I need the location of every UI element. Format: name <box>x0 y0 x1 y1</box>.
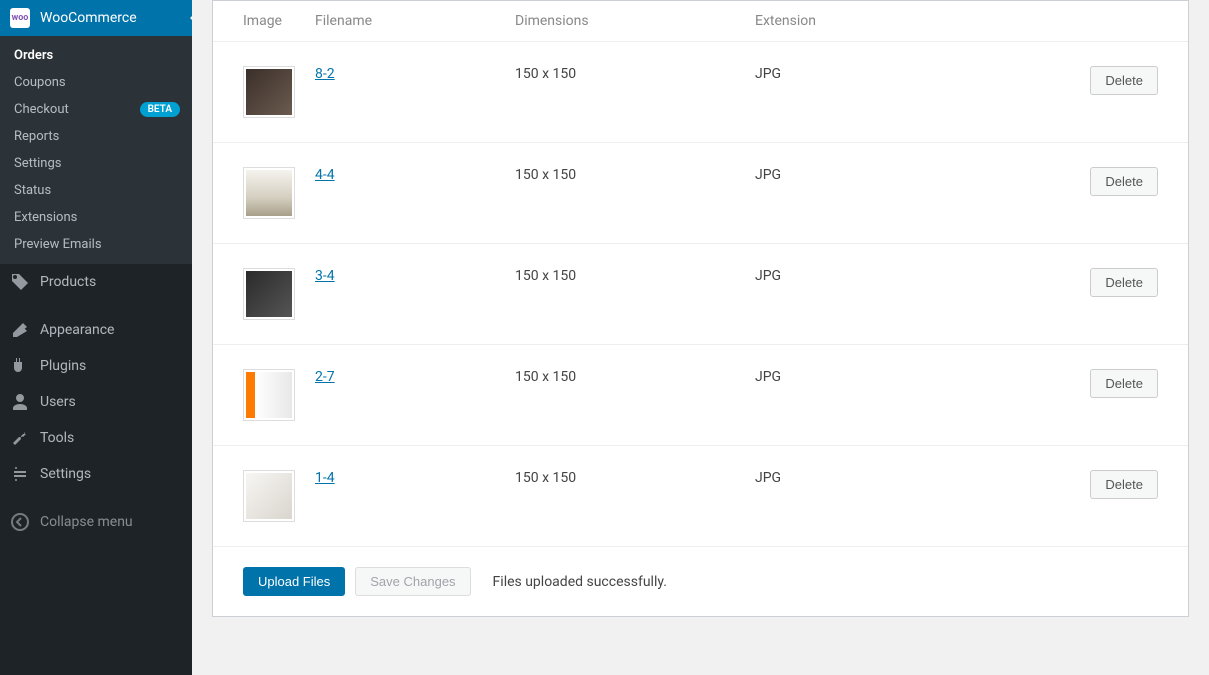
sidebar-item-products[interactable]: Products <box>0 264 192 300</box>
dimensions-cell: 150 x 150 <box>505 345 745 446</box>
upload-files-button[interactable]: Upload Files <box>243 567 345 596</box>
delete-button[interactable]: Delete <box>1090 470 1158 499</box>
menu-label: Users <box>40 394 182 410</box>
menu-label: Plugins <box>40 358 182 374</box>
woocommerce-icon: woo <box>10 8 30 28</box>
file-thumbnail[interactable] <box>243 470 295 522</box>
dimensions-cell: 150 x 150 <box>505 42 745 143</box>
sidebar-item-tools[interactable]: Tools <box>0 420 192 456</box>
status-message: Files uploaded successfully. <box>493 574 667 590</box>
submenu-item-orders[interactable]: Orders <box>0 42 192 69</box>
column-header-filename: Filename <box>305 1 505 42</box>
sidebar-item-settings[interactable]: Settings <box>0 456 192 492</box>
file-thumbnail[interactable] <box>243 167 295 219</box>
filename-link[interactable]: 3-4 <box>315 268 335 284</box>
file-thumbnail[interactable] <box>243 268 295 320</box>
menu-label: Settings <box>40 466 182 482</box>
appearance-icon <box>10 320 30 340</box>
sidebar-item-appearance[interactable]: Appearance <box>0 312 192 348</box>
dimensions-cell: 150 x 150 <box>505 244 745 345</box>
extension-cell: JPG <box>745 244 1078 345</box>
delete-button[interactable]: Delete <box>1090 369 1158 398</box>
filename-link[interactable]: 2-7 <box>315 369 335 385</box>
filename-link[interactable]: 8-2 <box>315 66 335 82</box>
extension-cell: JPG <box>745 42 1078 143</box>
settings-icon <box>10 464 30 484</box>
extension-cell: JPG <box>745 345 1078 446</box>
main-content: Image Filename Dimensions Extension 8-2 1… <box>192 0 1209 675</box>
users-icon <box>10 392 30 412</box>
menu-label: Tools <box>40 430 182 446</box>
tools-icon <box>10 428 30 448</box>
menu-label: Collapse menu <box>40 514 182 530</box>
files-panel: Image Filename Dimensions Extension 8-2 1… <box>212 0 1189 617</box>
plugins-icon <box>10 356 30 376</box>
file-thumbnail[interactable] <box>243 66 295 118</box>
collapse-icon <box>10 512 30 532</box>
table-row: 8-2 150 x 150JPG Delete <box>213 42 1188 143</box>
file-thumbnail[interactable] <box>243 369 295 421</box>
filename-link[interactable]: 1-4 <box>315 470 335 486</box>
submenu-item-checkout[interactable]: Checkout BETA <box>0 96 192 123</box>
submenu-item-reports[interactable]: Reports <box>0 123 192 150</box>
dimensions-cell: 150 x 150 <box>505 446 745 547</box>
sidebar-item-woocommerce[interactable]: woo WooCommerce <box>0 0 192 36</box>
table-row: 1-4 150 x 150JPG Delete <box>213 446 1188 547</box>
menu-label: Appearance <box>40 322 182 338</box>
actions-bar: Upload Files Save Changes Files uploaded… <box>213 546 1188 616</box>
filename-link[interactable]: 4-4 <box>315 167 335 183</box>
delete-button[interactable]: Delete <box>1090 66 1158 95</box>
menu-label: WooCommerce <box>40 10 182 26</box>
delete-button[interactable]: Delete <box>1090 268 1158 297</box>
files-table: Image Filename Dimensions Extension 8-2 1… <box>213 1 1188 546</box>
submenu-item-settings[interactable]: Settings <box>0 150 192 177</box>
admin-sidebar: woo WooCommerce Orders Coupons Checkout … <box>0 0 192 675</box>
collapse-menu-button[interactable]: Collapse menu <box>0 504 192 540</box>
extension-cell: JPG <box>745 143 1078 244</box>
column-header-image: Image <box>213 1 305 42</box>
submenu-item-preview-emails[interactable]: Preview Emails <box>0 231 192 258</box>
sidebar-item-users[interactable]: Users <box>0 384 192 420</box>
submenu-item-extensions[interactable]: Extensions <box>0 204 192 231</box>
menu-label: Products <box>40 274 182 290</box>
submenu-item-coupons[interactable]: Coupons <box>0 69 192 96</box>
beta-badge: BETA <box>140 102 180 117</box>
column-header-extension: Extension <box>745 1 1078 42</box>
extension-cell: JPG <box>745 446 1078 547</box>
dimensions-cell: 150 x 150 <box>505 143 745 244</box>
products-icon <box>10 272 30 292</box>
table-row: 4-4 150 x 150JPG Delete <box>213 143 1188 244</box>
sidebar-item-plugins[interactable]: Plugins <box>0 348 192 384</box>
table-row: 3-4 150 x 150JPG Delete <box>213 244 1188 345</box>
column-header-dimensions: Dimensions <box>505 1 745 42</box>
submenu-item-status[interactable]: Status <box>0 177 192 204</box>
woocommerce-submenu: Orders Coupons Checkout BETA Reports Set… <box>0 36 192 264</box>
save-changes-button[interactable]: Save Changes <box>355 567 470 596</box>
delete-button[interactable]: Delete <box>1090 167 1158 196</box>
table-row: 2-7 150 x 150JPG Delete <box>213 345 1188 446</box>
